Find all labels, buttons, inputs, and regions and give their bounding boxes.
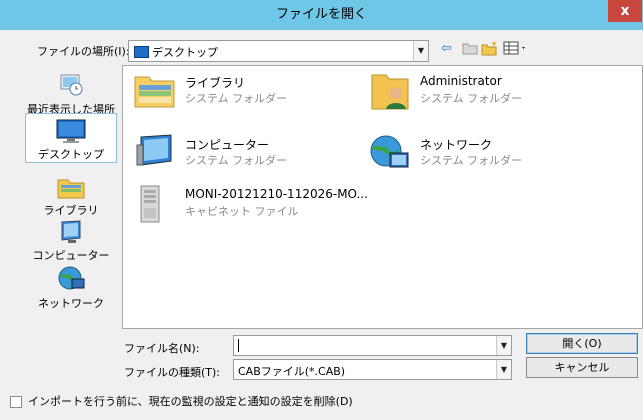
file-list[interactable]: ライブラリ システム フォルダー Administrator システム フォルダ… (122, 65, 643, 329)
place-recent[interactable]: 最近表示した場所 (25, 69, 117, 117)
chevron-down-icon[interactable]: ▼ (496, 336, 511, 355)
filename-input[interactable] (238, 339, 239, 352)
back-arrow-icon[interactable]: ⇦ (441, 40, 452, 58)
up-folder-icon[interactable] (462, 40, 478, 58)
delete-settings-label[interactable]: インポートを行う前に、現在の監視の設定と通知の設定を削除(D) (28, 393, 353, 409)
look-in-dropdown[interactable]: デスクトップ ▼ (128, 40, 429, 62)
new-folder-icon[interactable] (481, 40, 499, 58)
list-item[interactable]: コンピューター システム フォルダー (133, 133, 363, 173)
recent-places-icon (60, 74, 83, 96)
place-computer[interactable]: コンピューター (25, 219, 117, 263)
window-title: ファイルを開く (275, 7, 367, 22)
desktop-icon (134, 46, 149, 58)
cancel-button[interactable]: キャンセル (526, 357, 638, 378)
view-menu-icon[interactable] (503, 40, 529, 58)
user-folder-icon (371, 74, 409, 110)
list-item[interactable]: MONI-20121210-112026-MO... キャビネット ファイル (133, 184, 393, 224)
chevron-down-icon[interactable]: ▼ (413, 41, 428, 61)
network-icon (58, 266, 85, 290)
open-button[interactable]: 開く(O) (526, 333, 638, 354)
desktop-icon (56, 119, 86, 143)
close-button[interactable]: x (608, 0, 642, 22)
look-in-value: デスクトップ (152, 46, 218, 59)
cabinet-file-icon (140, 185, 160, 223)
chevron-down-icon[interactable]: ▼ (496, 360, 511, 379)
computer-icon (136, 134, 172, 166)
computer-icon (61, 220, 81, 243)
places-bar: 最近表示した場所 デスクトップ ライブラリ コンピューター ネットワーク (25, 69, 117, 325)
filetype-label: ファイルの種類(T): (124, 366, 221, 379)
filename-label: ファイル名(N): (124, 342, 200, 355)
list-item[interactable]: Administrator システム フォルダー (368, 71, 628, 111)
place-libraries[interactable]: ライブラリ (25, 174, 117, 218)
filename-combo[interactable]: ▼ (233, 335, 512, 356)
list-item[interactable]: ライブラリ システム フォルダー (133, 71, 363, 111)
place-network[interactable]: ネットワーク (25, 265, 117, 311)
delete-settings-checkbox[interactable] (10, 396, 22, 408)
network-icon (370, 135, 409, 168)
filetype-value: CABファイル(*.CAB) (238, 365, 346, 378)
list-item[interactable]: ネットワーク システム フォルダー (368, 133, 628, 173)
libraries-icon (57, 179, 85, 199)
filetype-dropdown[interactable]: CABファイル(*.CAB) ▼ (233, 359, 512, 380)
place-desktop[interactable]: デスクトップ (25, 113, 117, 163)
look-in-label: ファイルの場所(I): (37, 45, 130, 58)
libraries-folder-icon (134, 76, 175, 108)
